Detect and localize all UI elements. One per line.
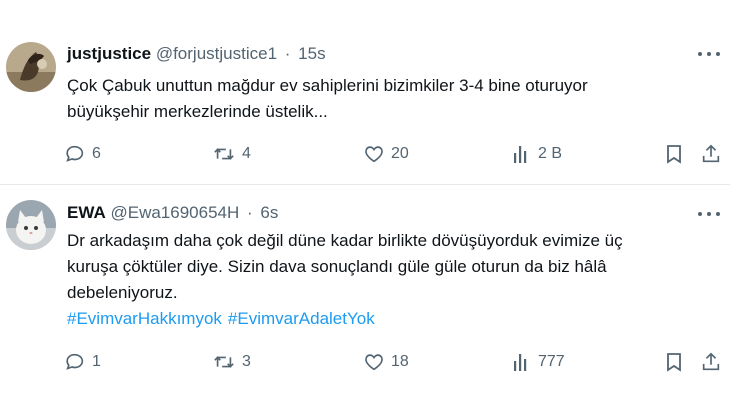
tweet-text-line: Dr arkadaşım daha çok değil düne kadar b… bbox=[67, 231, 623, 250]
reply-button[interactable]: 1 bbox=[64, 348, 101, 376]
views-count: 2 B bbox=[538, 145, 563, 162]
views-button[interactable]: 2 B bbox=[512, 140, 562, 168]
views-bar-chart-icon bbox=[514, 354, 527, 371]
avatar[interactable] bbox=[6, 200, 56, 250]
bookmark-icon bbox=[667, 145, 681, 164]
reply-bubble-icon bbox=[66, 353, 84, 370]
more-dots-icon[interactable] bbox=[698, 206, 720, 222]
author-name[interactable]: justjustice bbox=[67, 44, 151, 63]
share-upload-icon bbox=[702, 144, 720, 163]
views-bar-chart-icon bbox=[514, 146, 527, 163]
like-count: 20 bbox=[391, 145, 409, 162]
tweet-text-line: debeleniyoruz. bbox=[67, 283, 178, 302]
tweet-1[interactable]: justjustice @forjustjustice1 · 15s Çok Ç… bbox=[0, 0, 730, 185]
bookmark-icon bbox=[667, 353, 681, 372]
timestamp[interactable]: 15s bbox=[298, 44, 325, 63]
retweet-count: 3 bbox=[242, 353, 251, 370]
tweet-text-line: kuruşa çöktüler diye. Sizin dava sonuçla… bbox=[67, 257, 607, 276]
retweet-button[interactable]: 4 bbox=[212, 140, 251, 168]
tweet-text-line: büyükşehir merkezlerinde üstelik... bbox=[67, 102, 328, 121]
share-button[interactable] bbox=[700, 140, 722, 168]
author-name[interactable]: EWA bbox=[67, 203, 106, 222]
tweet-header: justjustice @forjustjustice1 · 15s bbox=[67, 43, 326, 65]
retweet-button[interactable]: 3 bbox=[212, 348, 251, 376]
heart-icon bbox=[365, 354, 383, 371]
author-handle[interactable]: @Ewa1690654H bbox=[110, 203, 239, 222]
views-count: 777 bbox=[538, 353, 565, 370]
separator-dot: · bbox=[284, 44, 291, 63]
tweet-text: Çok Çabuk unuttun mağdur ev sahiplerini … bbox=[67, 73, 707, 125]
author-handle[interactable]: @forjustjustice1 bbox=[156, 44, 277, 63]
bookmark-button[interactable] bbox=[664, 348, 684, 376]
share-button[interactable] bbox=[700, 348, 722, 376]
reply-bubble-icon bbox=[66, 145, 84, 162]
retweet-icon bbox=[214, 148, 234, 160]
share-upload-icon bbox=[702, 352, 720, 371]
tweet-actions: 6 4 20 2 B bbox=[60, 140, 730, 168]
tweet-actions: 1 3 18 777 bbox=[60, 348, 730, 376]
like-count: 18 bbox=[391, 353, 409, 370]
tweet-2[interactable]: EWA @Ewa1690654H · 6s Dr arkadaşım daha … bbox=[0, 186, 730, 420]
retweet-icon bbox=[214, 356, 234, 368]
bookmark-button[interactable] bbox=[664, 140, 684, 168]
reply-count: 1 bbox=[92, 353, 101, 370]
reply-button[interactable]: 6 bbox=[64, 140, 101, 168]
views-button[interactable]: 777 bbox=[512, 348, 565, 376]
tweet-divider bbox=[0, 184, 730, 185]
heart-icon bbox=[365, 146, 383, 163]
more-dots-icon[interactable] bbox=[698, 46, 720, 62]
reply-count: 6 bbox=[92, 145, 101, 162]
hashtag-link[interactable]: #EvimvarHakkımyok bbox=[67, 309, 222, 328]
tweet-text-line: Çok Çabuk unuttun mağdur ev sahiplerini … bbox=[67, 76, 588, 95]
retweet-count: 4 bbox=[242, 145, 251, 162]
avatar[interactable] bbox=[6, 42, 56, 92]
separator-dot: · bbox=[247, 203, 253, 222]
hashtag-link[interactable]: #EvimvarAdaletYok bbox=[228, 309, 375, 328]
tweet-text: Dr arkadaşım daha çok değil düne kadar b… bbox=[67, 228, 707, 332]
like-button[interactable]: 20 bbox=[363, 140, 409, 168]
tweet-header: EWA @Ewa1690654H · 6s bbox=[67, 202, 278, 224]
like-button[interactable]: 18 bbox=[363, 348, 409, 376]
timestamp[interactable]: 6s bbox=[260, 203, 278, 222]
hashtag-line: #EvimvarHakkımyok #EvimvarAdaletYok bbox=[67, 306, 707, 332]
